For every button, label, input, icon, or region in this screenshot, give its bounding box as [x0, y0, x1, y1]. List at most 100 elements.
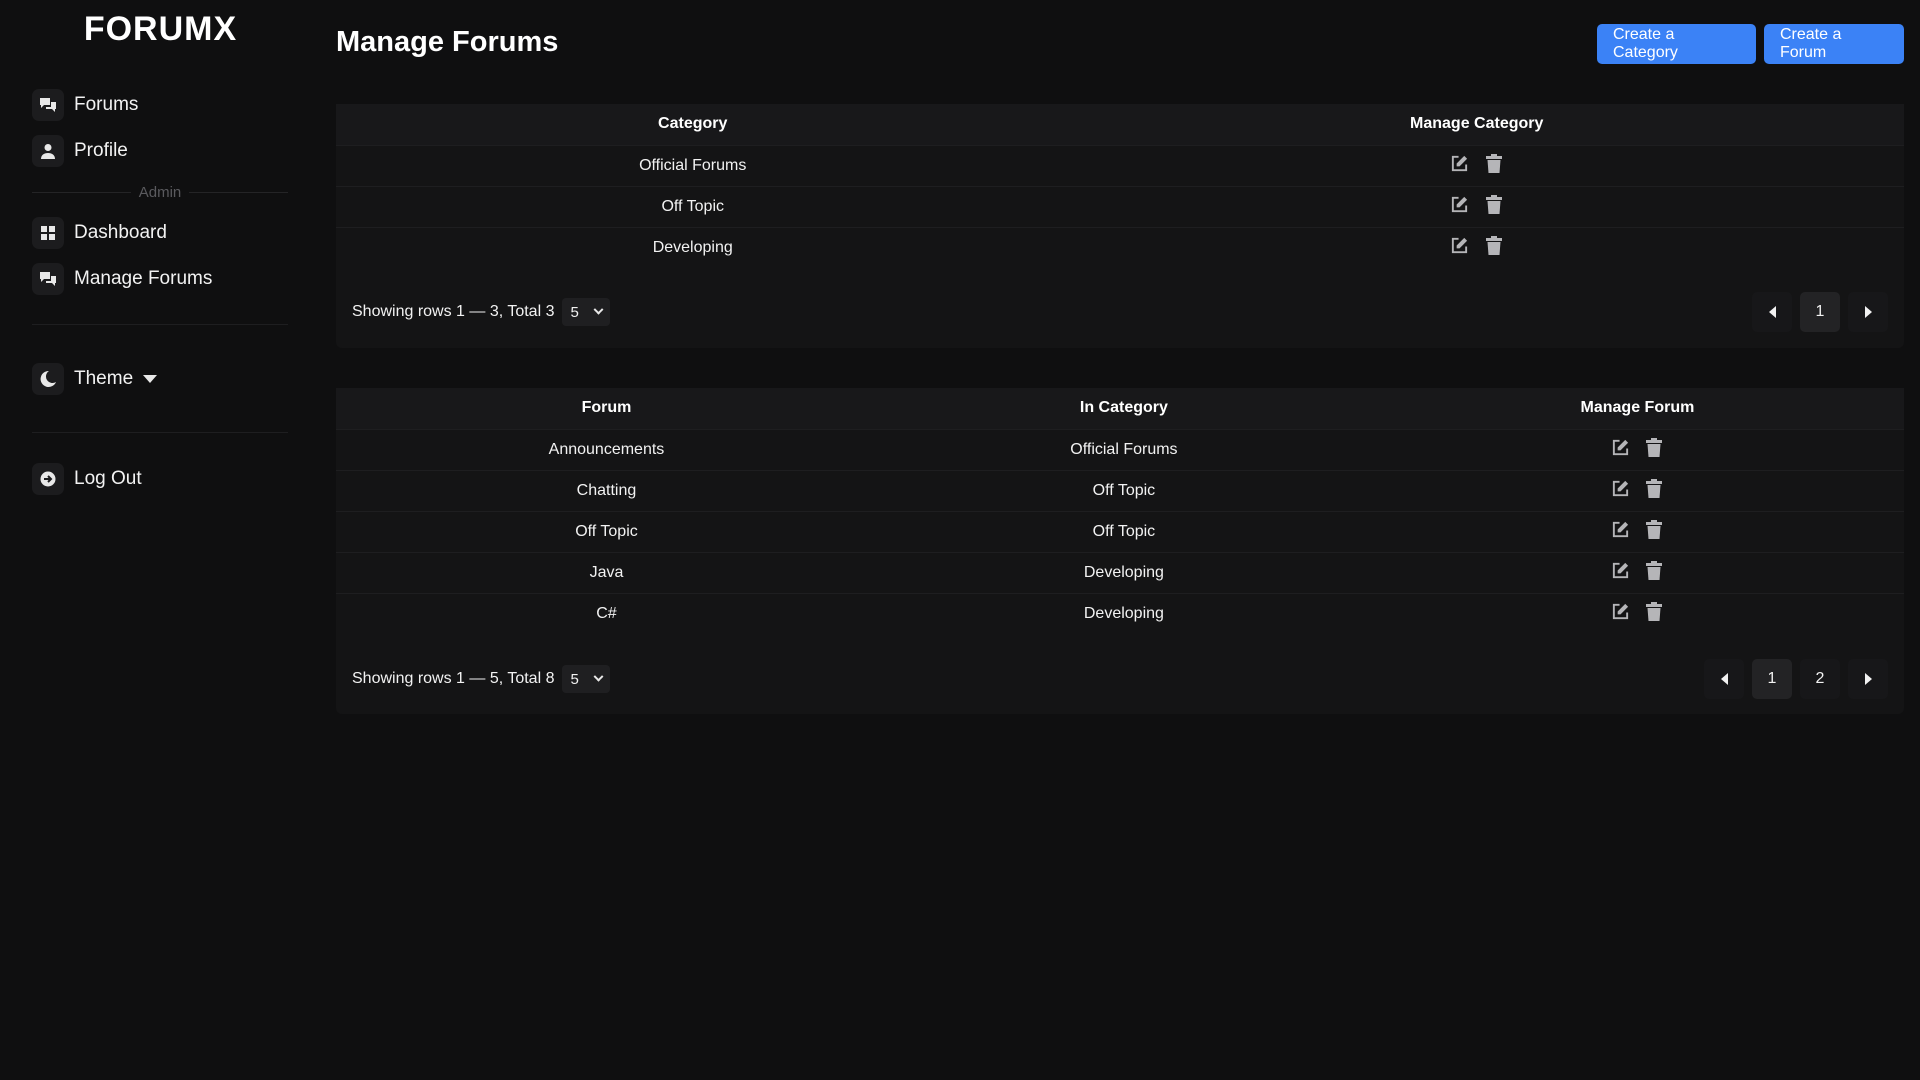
trash-icon[interactable]	[1644, 437, 1664, 457]
sidebar-item-profile[interactable]: Profile	[32, 132, 128, 170]
sidebar-item-label: Profile	[74, 140, 128, 161]
action-group	[1610, 437, 1664, 457]
theme-toggle[interactable]: Theme	[32, 360, 158, 398]
row-actions	[1049, 144, 1904, 186]
forum-category: Off Topic	[876, 469, 1371, 511]
column-header-manage-category: Manage Category	[1410, 115, 1544, 133]
page-button[interactable]: 1	[1800, 292, 1840, 332]
table-row: Official Forums	[336, 144, 1904, 186]
sidebar-item-manage-forums[interactable]: Manage Forums	[32, 260, 212, 298]
prev-page-button[interactable]	[1752, 292, 1792, 332]
trash-icon[interactable]	[1484, 153, 1504, 173]
create-forum-button[interactable]: Create a Forum	[1764, 24, 1904, 64]
logout-label: Log Out	[74, 468, 142, 489]
edit-icon[interactable]	[1610, 478, 1630, 498]
trash-icon[interactable]	[1484, 236, 1504, 256]
grid-icon	[32, 217, 64, 249]
page-size-value: 5	[570, 670, 579, 688]
column-header-forum: Forum	[581, 399, 632, 417]
categories-table: Category Manage Category Official Forums…	[336, 104, 1904, 268]
app-logo[interactable]: FORUMX	[78, 10, 243, 48]
table-row: Off Topic	[336, 185, 1904, 227]
trash-icon[interactable]	[1644, 560, 1664, 580]
chat-bubbles-icon	[32, 263, 64, 295]
trash-icon[interactable]	[1644, 519, 1664, 539]
trash-icon[interactable]	[1484, 194, 1504, 214]
page-button[interactable]: 2	[1800, 659, 1840, 699]
edit-icon[interactable]	[1450, 194, 1470, 214]
rows-info: Showing rows 1 — 5, Total 8	[352, 670, 555, 687]
sidebar-item-label: Dashboard	[74, 222, 167, 243]
forums-table: Forum In Category Manage Forum Announcem…	[336, 388, 1904, 634]
edit-icon[interactable]	[1610, 560, 1630, 580]
edit-icon[interactable]	[1450, 153, 1470, 173]
table-row: Chatting Off Topic	[336, 469, 1904, 511]
page-size-value: 5	[570, 303, 579, 321]
chevron-down-icon	[594, 671, 604, 682]
forum-category: Developing	[876, 551, 1371, 593]
moon-icon	[32, 363, 64, 395]
forum-name: Off Topic	[336, 510, 877, 552]
pagination: 1	[1752, 292, 1888, 332]
sidebar-item-label: Manage Forums	[74, 268, 213, 289]
divider-line	[189, 191, 288, 193]
sidebar-item-forums[interactable]: Forums	[32, 86, 138, 124]
edit-icon[interactable]	[1610, 437, 1630, 457]
category-name: Developing	[336, 226, 1050, 268]
trash-icon[interactable]	[1644, 602, 1664, 622]
edit-icon[interactable]	[1610, 602, 1630, 622]
logout-button[interactable]: Log Out	[32, 460, 142, 498]
page-size-select[interactable]: 5	[562, 665, 611, 693]
table-row: Off Topic Off Topic	[336, 510, 1904, 552]
action-group	[1610, 560, 1664, 580]
caret-left-icon	[1720, 673, 1728, 685]
chat-bubbles-icon	[32, 89, 64, 121]
next-page-button[interactable]	[1848, 292, 1888, 332]
caret-down-icon	[143, 375, 158, 383]
caret-right-icon	[1864, 673, 1872, 685]
page-size-select[interactable]: 5	[562, 298, 611, 326]
row-actions	[1370, 592, 1904, 634]
category-name: Off Topic	[336, 185, 1050, 227]
edit-icon[interactable]	[1610, 519, 1630, 539]
table-row: Java Developing	[336, 551, 1904, 593]
sidebar-item-dashboard[interactable]: Dashboard	[32, 214, 167, 252]
action-group	[1450, 236, 1504, 256]
action-group	[1610, 478, 1664, 498]
prev-page-button[interactable]	[1704, 659, 1744, 699]
row-actions	[1370, 469, 1904, 511]
page-title: Manage Forums	[336, 26, 559, 58]
forum-name: C#	[336, 592, 877, 634]
table-header-row: Forum In Category Manage Forum	[336, 388, 1904, 429]
action-group	[1610, 519, 1664, 539]
categories-panel: Category Manage Category Official Forums…	[336, 104, 1904, 348]
pagination: 1 2	[1704, 659, 1888, 699]
chevron-down-icon	[594, 304, 604, 315]
sidebar-divider	[32, 432, 288, 433]
edit-icon[interactable]	[1450, 236, 1470, 256]
column-header-manage-forum: Manage Forum	[1580, 399, 1695, 417]
category-name: Official Forums	[336, 144, 1050, 186]
forums-table-body: Announcements Official Forums Chatting Off …	[336, 428, 1904, 634]
forums-table-footer: Showing rows 1 — 5, Total 8 5 1 2	[352, 659, 1888, 699]
forum-name: Java	[336, 551, 877, 593]
sidebar: FORUMX Forums Profile Admin Dashboard Ma…	[0, 0, 320, 1080]
row-actions	[1049, 226, 1904, 268]
create-category-button[interactable]: Create a Category	[1597, 24, 1756, 64]
forum-category: Official Forums	[876, 428, 1371, 470]
admin-section-label: Admin	[138, 183, 182, 201]
admin-section-divider: Admin	[32, 181, 288, 203]
table-row: C# Developing	[336, 592, 1904, 634]
caret-right-icon	[1864, 306, 1872, 318]
table-row: Announcements Official Forums	[336, 428, 1904, 470]
action-group	[1450, 194, 1504, 214]
trash-icon[interactable]	[1644, 478, 1664, 498]
row-actions	[1370, 551, 1904, 593]
forum-category: Developing	[876, 592, 1371, 634]
next-page-button[interactable]	[1848, 659, 1888, 699]
page-button[interactable]: 1	[1752, 659, 1792, 699]
logout-icon	[32, 463, 64, 495]
forum-name: Announcements	[336, 428, 877, 470]
action-group	[1610, 602, 1664, 622]
table-header-row: Category Manage Category	[336, 104, 1904, 145]
